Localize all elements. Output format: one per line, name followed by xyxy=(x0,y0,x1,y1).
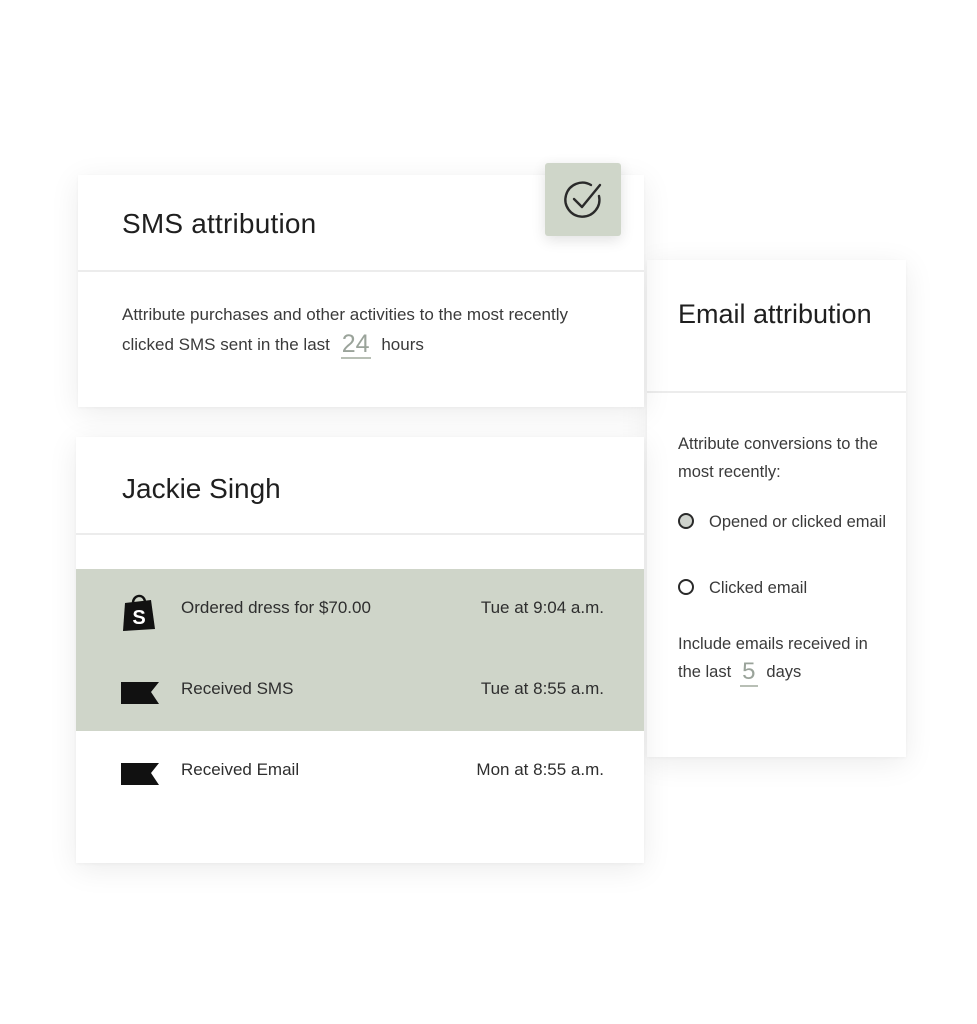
event-row[interactable]: Received SMS Tue at 8:55 a.m. xyxy=(76,650,644,731)
radio-label: Clicked email xyxy=(709,579,808,597)
event-label: Received Email xyxy=(181,760,300,779)
email-attribution-card: Email attribution Attribute conversions … xyxy=(647,260,906,757)
event-row[interactable]: S Ordered dress for $70.00 Tue at 9:04 a… xyxy=(76,569,644,650)
radio-label: Opened or clicked email xyxy=(709,513,887,531)
flag-icon xyxy=(121,755,159,791)
radio-selected-icon[interactable] xyxy=(678,513,694,529)
event-time: Tue at 8:55 a.m. xyxy=(480,679,604,698)
radio-option-opened-or-clicked[interactable]: Opened or clicked email xyxy=(678,507,889,537)
shopify-bag-icon: S xyxy=(121,593,159,631)
profile-header: Jackie Singh xyxy=(76,437,644,535)
sms-card-title: SMS attribution xyxy=(122,208,317,239)
include-emails-text: Include emails received in the last 5 da… xyxy=(678,630,878,687)
event-time: Tue at 9:04 a.m. xyxy=(480,598,604,617)
profile-activity-card: Jackie Singh S Ordered dress for $70.00 … xyxy=(76,437,644,863)
hours-unit: hours xyxy=(381,335,424,354)
check-badge[interactable] xyxy=(545,163,621,236)
event-row[interactable]: Received Email Mon at 8:55 a.m. xyxy=(76,731,644,812)
days-unit: days xyxy=(766,663,802,681)
event-list: S Ordered dress for $70.00 Tue at 9:04 a… xyxy=(76,569,644,812)
event-label: Received SMS xyxy=(181,679,294,698)
radio-option-clicked[interactable]: Clicked email xyxy=(678,573,889,603)
days-input[interactable]: 5 xyxy=(739,659,758,687)
event-time: Mon at 8:55 a.m. xyxy=(476,760,604,779)
radio-unselected-icon[interactable] xyxy=(678,579,694,595)
sms-card-description: Attribute purchases and other activities… xyxy=(78,272,644,360)
hours-input[interactable]: 24 xyxy=(340,331,371,359)
svg-text:S: S xyxy=(132,607,145,629)
check-circle-icon xyxy=(564,180,602,218)
email-card-description: Attribute conversions to the most recent… xyxy=(678,435,878,481)
flag-icon xyxy=(121,674,159,710)
profile-name: Jackie Singh xyxy=(122,473,281,504)
email-card-header: Email attribution xyxy=(647,260,906,393)
event-label: Ordered dress for $70.00 xyxy=(181,598,371,617)
email-card-title: Email attribution xyxy=(678,299,872,329)
